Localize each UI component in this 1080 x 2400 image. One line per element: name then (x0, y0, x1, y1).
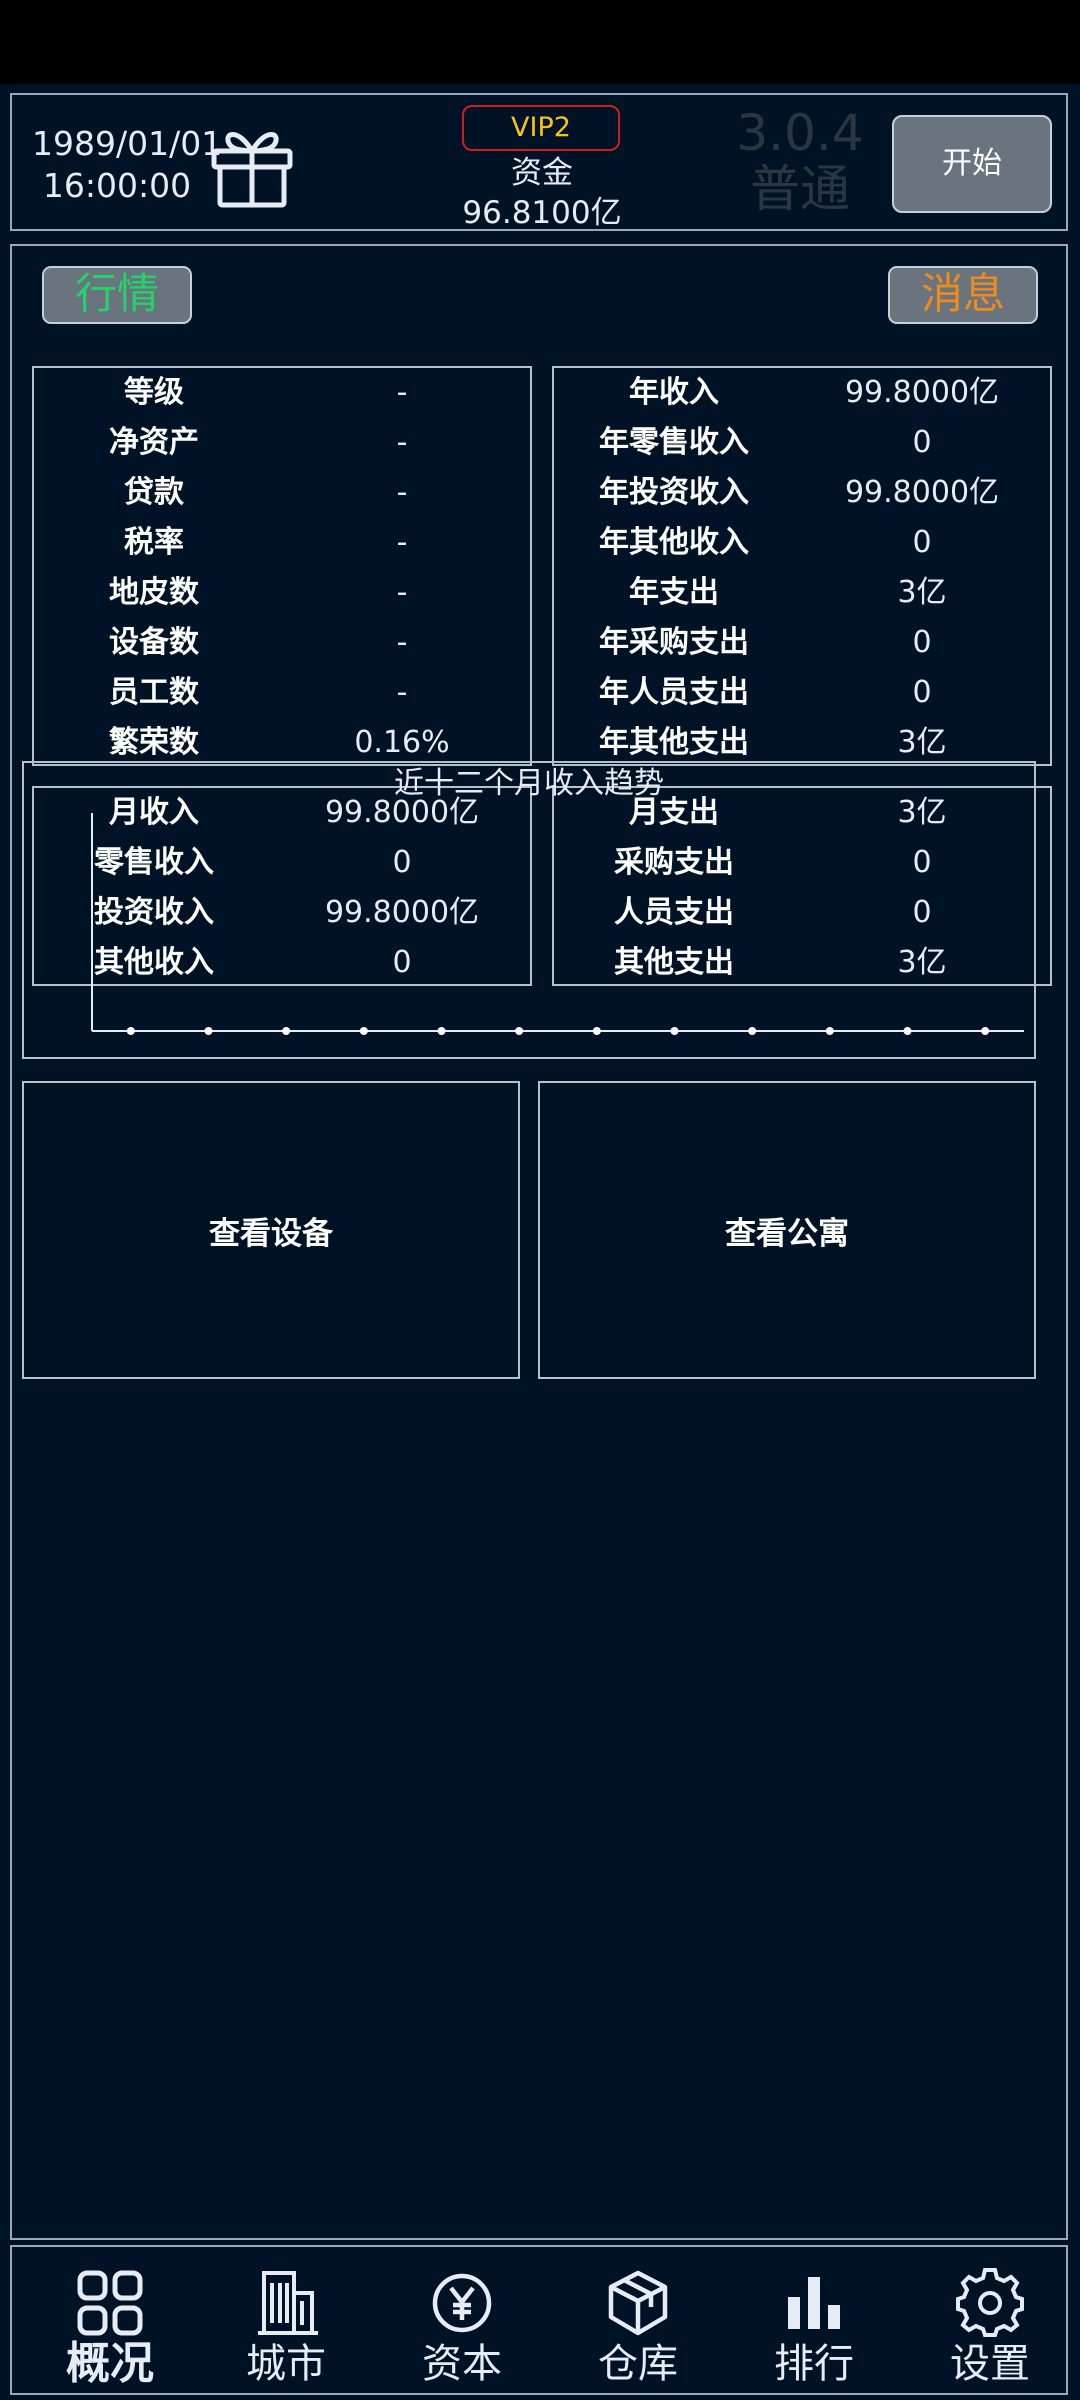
data-point (981, 1027, 990, 1035)
game-time: 16:00:00 (42, 166, 192, 205)
nav-capital[interactable]: 资本 (374, 2247, 550, 2393)
stat-value: 0 (912, 675, 932, 710)
stat-row: 年零售收入 0 (554, 418, 1050, 468)
nav-city[interactable]: 城市 (198, 2247, 374, 2393)
vip-badge[interactable]: VIP2 (462, 105, 620, 151)
view-devices-label: 查看设备 (209, 1215, 333, 1252)
gear-icon (956, 2268, 1024, 2337)
view-devices-button[interactable]: 查看设备 (22, 1081, 520, 1379)
yen-coin-icon (432, 2273, 492, 2333)
start-button[interactable]: 开始 (892, 115, 1052, 213)
stat-row: 年人员支出 0 (554, 668, 1050, 718)
stat-value: 3亿 (897, 575, 947, 610)
stat-label: 年其他收入 (599, 525, 749, 560)
nav-label: 城市 (246, 2341, 326, 2387)
stat-row: 地皮数 - (34, 568, 530, 618)
stat-value: 0 (912, 625, 932, 660)
grid-icon (77, 2270, 143, 2336)
stat-value: 99.8000亿 (844, 475, 1000, 510)
news-tab[interactable]: 消息 (888, 266, 1038, 324)
stat-row: 贷款 - (34, 468, 530, 518)
stat-value: - (396, 425, 408, 460)
stat-value: - (396, 575, 408, 610)
stat-row: 年收入 99.8000亿 (554, 368, 1050, 418)
stat-label: 年投资收入 (599, 475, 749, 510)
stat-value: 0 (912, 525, 932, 560)
stat-row: 年支出 3亿 (554, 568, 1050, 618)
stat-label: 年零售收入 (599, 425, 749, 460)
stat-label: 年采购支出 (599, 625, 749, 660)
annual-finance-table: 年收入 99.8000亿 年零售收入 0 年投资收入 99.8000亿 年其他收入 0 … (552, 366, 1052, 766)
nav-label: 排行 (774, 2341, 854, 2387)
stat-row: 年采购支出 0 (554, 618, 1050, 668)
stat-label: 年支出 (629, 575, 719, 610)
data-point (126, 1027, 135, 1035)
game-datetime: 1989/01/01 16:00:00 (32, 123, 223, 207)
building-icon (258, 2271, 318, 2335)
stat-label: 年人员支出 (599, 675, 749, 710)
stat-label: 地皮数 (109, 575, 199, 610)
data-point (359, 1027, 368, 1035)
stat-label: 设备数 (109, 625, 199, 660)
nav-label: 概况 (66, 2338, 154, 2389)
stat-value: 99.8000亿 (844, 375, 1000, 410)
nav-settings[interactable]: 设置 (902, 2247, 1078, 2393)
stat-value: 0 (912, 425, 932, 460)
game-date: 1989/01/01 (32, 124, 223, 163)
stat-row: 员工数 - (34, 668, 530, 718)
version-info: 3.0.4 普通 (720, 105, 880, 217)
stat-value: - (396, 675, 408, 710)
data-point (282, 1027, 291, 1035)
stat-label: 净资产 (109, 425, 199, 460)
data-point (825, 1027, 834, 1035)
data-point (204, 1027, 213, 1035)
data-point (748, 1027, 757, 1035)
stat-value: - (396, 375, 408, 410)
stat-row: 税率 - (34, 518, 530, 568)
difficulty-mode: 普通 (750, 160, 850, 218)
view-apartments-button[interactable]: 查看公寓 (538, 1081, 1036, 1379)
stat-value: - (396, 625, 408, 660)
status-bar (0, 0, 1080, 84)
data-point (592, 1027, 601, 1035)
bar-chart-icon (788, 2277, 840, 2329)
nav-warehouse[interactable]: 仓库 (550, 2247, 726, 2393)
data-point (515, 1027, 524, 1035)
market-tab[interactable]: 行情 (42, 266, 192, 324)
nav-overview[interactable]: 概况 (22, 2247, 198, 2393)
nav-label: 仓库 (598, 2341, 678, 2387)
nav-label: 资本 (422, 2341, 502, 2387)
income-trend-chart: 近十二个月收入趋势 (22, 761, 1036, 1059)
header-bar: 1989/01/01 16:00:00 VIP2 资金 96.8100亿 3.0… (10, 93, 1068, 231)
stat-row: 等级 - (34, 368, 530, 418)
stat-row: 年其他收入 0 (554, 518, 1050, 568)
stat-row: 年投资收入 99.8000亿 (554, 468, 1050, 518)
nav-label: 设置 (950, 2341, 1030, 2387)
bottom-nav: 概况 城市 资本 仓库 排行 设置 (10, 2245, 1068, 2395)
gift-icon[interactable] (208, 117, 296, 209)
data-point (437, 1027, 446, 1035)
stat-value: - (396, 525, 408, 560)
chart-canvas (91, 813, 1024, 1035)
company-stats-table: 等级 - 净资产 - 贷款 - 税率 - 地皮数 - 设备数 - 员工数 - 繁荣数 0.16% (32, 366, 532, 766)
stat-label: 员工数 (109, 675, 199, 710)
version-number: 3.0.4 (736, 104, 864, 162)
data-point (670, 1027, 679, 1035)
stat-label: 税率 (124, 525, 184, 560)
view-apartments-label: 查看公寓 (725, 1215, 849, 1252)
funds-value: 96.8100亿 (462, 195, 622, 231)
stat-label: 贷款 (124, 475, 184, 510)
nav-ranking[interactable]: 排行 (726, 2247, 902, 2393)
stat-value: - (396, 475, 408, 510)
data-point (903, 1027, 912, 1035)
funds-label: 资金 (511, 155, 573, 191)
stat-row: 净资产 - (34, 418, 530, 468)
stat-label: 等级 (124, 375, 184, 410)
stat-row: 设备数 - (34, 618, 530, 668)
box-icon (608, 2270, 668, 2336)
stat-label: 年收入 (629, 375, 719, 410)
